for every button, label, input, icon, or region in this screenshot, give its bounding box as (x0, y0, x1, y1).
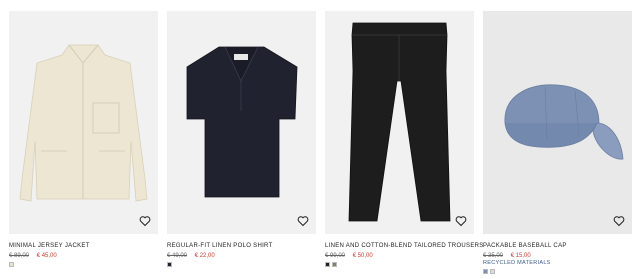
color-swatch[interactable] (490, 269, 495, 274)
color-swatches (325, 262, 474, 267)
cap-image (483, 11, 632, 234)
color-swatch[interactable] (332, 262, 337, 267)
heart-icon[interactable] (297, 215, 309, 227)
sale-price: € 45,00 (36, 253, 57, 259)
color-swatches (483, 269, 632, 274)
product-image[interactable] (325, 11, 474, 234)
product-card[interactable]: REGULAR-FIT LINEN POLO SHIRT € 49,00 € 2… (167, 11, 316, 267)
product-card[interactable]: MINIMAL JERSEY JACKET € 89,00 € 45,00 (9, 11, 158, 267)
sale-price: € 22,00 (194, 253, 215, 259)
product-image[interactable] (9, 11, 158, 234)
product-card[interactable]: PACKABLE BASEBALL CAP € 35,00 € 15,00 RE… (483, 11, 632, 274)
product-price: € 35,00 € 15,00 (483, 252, 632, 260)
heart-icon[interactable] (613, 215, 625, 227)
color-swatch[interactable] (9, 262, 14, 267)
color-swatches (167, 262, 316, 267)
heart-icon[interactable] (455, 215, 467, 227)
product-name[interactable]: LINEN AND COTTON-BLEND TAILORED TROUSERS (325, 242, 483, 250)
color-swatch[interactable] (483, 269, 488, 274)
polo-shirt-image (167, 11, 316, 234)
original-price: € 99,00 (325, 253, 346, 259)
color-swatch[interactable] (325, 262, 330, 267)
color-swatch[interactable] (167, 262, 172, 267)
original-price: € 89,00 (9, 253, 30, 259)
product-price: € 89,00 € 45,00 (9, 252, 158, 260)
product-image[interactable] (483, 11, 632, 234)
product-name[interactable]: PACKABLE BASEBALL CAP (483, 242, 632, 250)
original-price: € 35,00 (483, 253, 504, 259)
jacket-image (9, 11, 158, 234)
trousers-image (325, 11, 474, 234)
product-price: € 99,00 € 50,00 (325, 252, 474, 260)
heart-icon[interactable] (139, 215, 151, 227)
sale-price: € 50,00 (352, 253, 373, 259)
sale-price: € 15,00 (510, 253, 531, 259)
original-price: € 49,00 (167, 253, 188, 259)
product-name[interactable]: REGULAR-FIT LINEN POLO SHIRT (167, 242, 316, 250)
product-card[interactable]: LINEN AND COTTON-BLEND TAILORED TROUSERS… (325, 11, 483, 267)
color-swatches (9, 262, 158, 267)
product-price: € 49,00 € 22,00 (167, 252, 316, 260)
recycled-materials-tag: RECYCLED MATERIALS (483, 260, 551, 266)
product-image[interactable] (167, 11, 316, 234)
product-name[interactable]: MINIMAL JERSEY JACKET (9, 242, 158, 250)
